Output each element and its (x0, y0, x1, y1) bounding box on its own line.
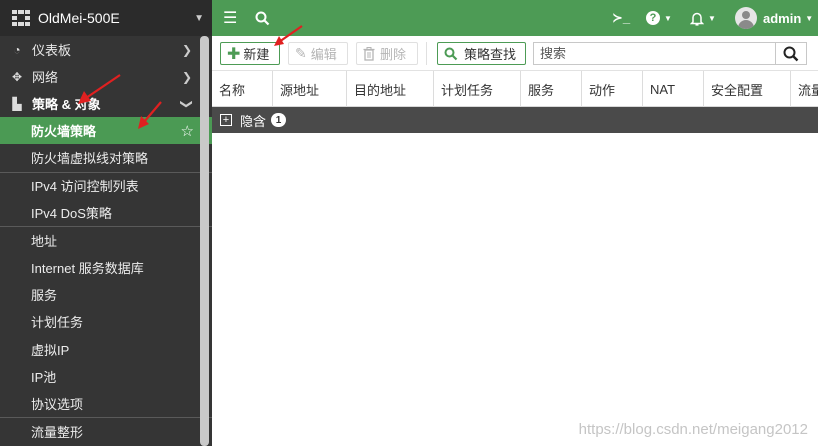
sidebar-item-ipv4-dos[interactable]: IPv4 DoS策略 (0, 199, 212, 226)
policy-lookup-button[interactable]: 策略查找 (437, 42, 526, 65)
column-header-action[interactable]: 动作 (582, 71, 643, 107)
sidebar-item-label: 防火墙策略 (31, 124, 97, 140)
sidebar-item-traffic-shaping[interactable]: 流量整形 (0, 417, 212, 444)
policy-table-header: 名称 源地址 目的地址 计划任务 服务 动作 NAT 安全配置 流量 (212, 71, 818, 107)
user-name: admin (763, 10, 802, 26)
column-header-nat[interactable]: NAT (643, 71, 704, 107)
sidebar-item-ip-pools[interactable]: IP池 (0, 363, 212, 390)
search-icon (255, 11, 270, 25)
annotation-arrow (138, 101, 162, 129)
sidebar-item-label: 网络 (32, 70, 59, 85)
sidebar-item-label: 仪表板 (32, 43, 72, 58)
chevron-down-icon: ❯ (179, 98, 194, 109)
terminal-icon: ≻_ (612, 10, 631, 25)
search-icon (444, 47, 458, 60)
global-search-button[interactable] (255, 0, 270, 36)
column-header-schedule[interactable]: 计划任务 (434, 71, 521, 107)
column-header-security-profiles[interactable]: 安全配置 (704, 71, 791, 107)
count-badge: 1 (271, 113, 287, 127)
delete-button[interactable]: 删除 (356, 42, 418, 65)
help-icon: ? (646, 11, 660, 25)
chevron-right-icon: ❯ (181, 42, 192, 57)
cli-console-button[interactable]: ≻_ (612, 0, 630, 36)
sidebar-item-virtual-ip[interactable]: 虚拟IP (0, 335, 212, 362)
sidebar: OldMei-500E ▼ ◔ 仪表板 ❯ ✥ 网络 ❯ ▙ 策略 & 对象 ❯… (0, 0, 212, 446)
plus-icon: ✚ (227, 45, 241, 63)
sidebar-item-label: 虚拟IP (31, 342, 70, 358)
sidebar-item-services[interactable]: 服务 (0, 281, 212, 308)
sidebar-item-label: IPv4 DoS策略 (31, 206, 112, 222)
sidebar-item-dashboard[interactable]: ◔ 仪表板 ❯ (0, 36, 212, 63)
sidebar-item-label: 计划任务 (31, 315, 84, 331)
sidebar-item-label: 流量整形 (31, 424, 84, 440)
group-label: 隐含 (240, 113, 267, 129)
trash-icon (363, 46, 375, 61)
star-icon[interactable]: ☆ (181, 122, 194, 140)
column-header-traffic[interactable]: 流量 (791, 71, 818, 107)
new-button-label: 新建 (243, 47, 270, 62)
sidebar-item-label: IP池 (31, 369, 57, 385)
notifications-button[interactable]: ▼ (690, 0, 716, 36)
caret-down-icon: ▼ (194, 12, 204, 24)
caret-down-icon: ▼ (708, 13, 716, 23)
chevron-right-icon: ❯ (181, 69, 192, 84)
bell-icon (690, 12, 704, 26)
delete-button-label: 删除 (380, 47, 407, 62)
sidebar-item-schedules[interactable]: 计划任务 (0, 308, 212, 335)
sidebar-item-label: 服务 (31, 287, 58, 303)
watermark: https://blog.csdn.net/meigang2012 (578, 421, 808, 438)
policy-icon: ▙ (12, 96, 22, 111)
search-submit-button[interactable] (775, 42, 807, 65)
sidebar-item-firewall-policy[interactable]: 防火墙策略 ☆ (0, 117, 212, 145)
edit-button-label: 编辑 (310, 47, 337, 62)
help-menu-button[interactable]: ? ▼ (646, 0, 672, 36)
search-input[interactable] (533, 42, 775, 65)
column-header-source[interactable]: 源地址 (273, 71, 347, 107)
expand-icon[interactable]: + (220, 114, 232, 126)
toolbar-divider (426, 42, 427, 65)
dashboard-icon: ◔ (13, 42, 21, 57)
sidebar-scrollbar[interactable] (200, 36, 209, 446)
sidebar-item-ipv4-acl[interactable]: IPv4 访问控制列表 (0, 171, 212, 199)
device-name: OldMei-500E (38, 10, 120, 26)
sidebar-item-protocol-options[interactable]: 协议选项 (0, 390, 212, 417)
column-header-name[interactable]: 名称 (212, 71, 273, 107)
avatar (735, 7, 757, 29)
policy-lookup-label: 策略查找 (464, 47, 517, 62)
implicit-policy-group-row[interactable]: + 隐含 1 (212, 107, 818, 133)
hamburger-icon: ☰ (223, 10, 238, 27)
annotation-arrow (274, 25, 303, 46)
caret-down-icon: ▼ (805, 13, 814, 23)
annotation-arrow (78, 74, 121, 104)
sidebar-item-label: 防火墙虚拟线对策略 (31, 151, 149, 167)
menu-toggle-button[interactable]: ☰ (223, 0, 237, 36)
column-header-service[interactable]: 服务 (521, 71, 582, 107)
sidebar-item-label: 协议选项 (31, 397, 84, 413)
user-menu-button[interactable]: admin ▼ (735, 0, 813, 36)
column-header-destination[interactable]: 目的地址 (347, 71, 434, 107)
sidebar-item-label: 地址 (31, 233, 58, 249)
caret-down-icon: ▼ (664, 13, 672, 23)
sidebar-item-label: IPv4 访问控制列表 (31, 179, 139, 195)
sidebar-item-internet-service-db[interactable]: Internet 服务数据库 (0, 253, 212, 280)
sidebar-item-virtual-wire-policy[interactable]: 防火墙虚拟线对策略 (0, 144, 212, 171)
device-selector[interactable]: OldMei-500E ▼ (0, 0, 212, 36)
sidebar-item-address[interactable]: 地址 (0, 226, 212, 253)
network-icon: ✥ (11, 69, 23, 84)
fortinet-logo-icon (12, 10, 30, 26)
sidebar-item-label: Internet 服务数据库 (31, 260, 144, 276)
policy-table-body (212, 133, 818, 446)
search-icon (783, 46, 799, 61)
